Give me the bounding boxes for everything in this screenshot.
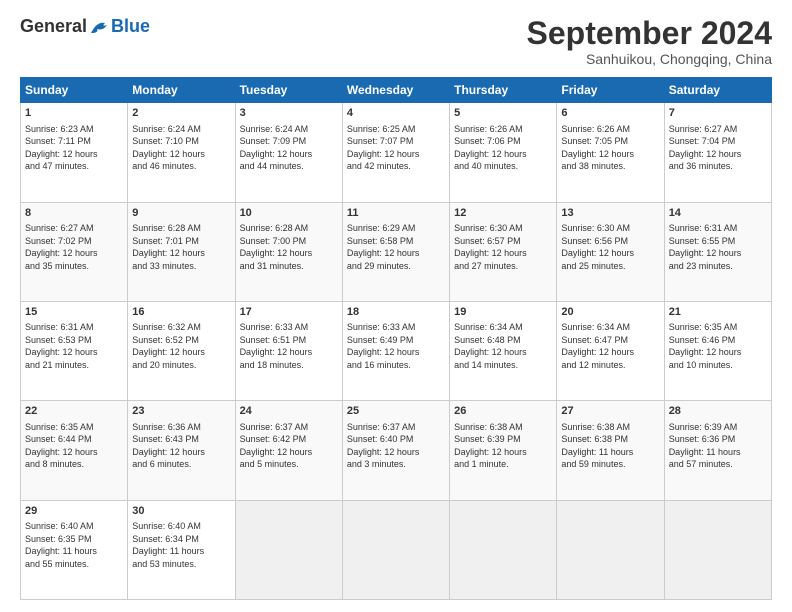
calendar-cell: 20Sunrise: 6:34 AMSunset: 6:47 PMDayligh… bbox=[557, 301, 664, 400]
day-number: 27 bbox=[561, 404, 659, 419]
calendar-cell: 30Sunrise: 6:40 AMSunset: 6:34 PMDayligh… bbox=[128, 500, 235, 599]
day-number: 13 bbox=[561, 206, 659, 221]
day-number: 17 bbox=[240, 305, 338, 320]
day-number: 14 bbox=[669, 206, 767, 221]
calendar-cell: 23Sunrise: 6:36 AMSunset: 6:43 PMDayligh… bbox=[128, 401, 235, 500]
calendar-cell bbox=[342, 500, 449, 599]
calendar-cell: 13Sunrise: 6:30 AMSunset: 6:56 PMDayligh… bbox=[557, 202, 664, 301]
day-number: 22 bbox=[25, 404, 123, 419]
calendar-cell bbox=[450, 500, 557, 599]
day-number: 8 bbox=[25, 206, 123, 221]
calendar-cell bbox=[557, 500, 664, 599]
calendar-cell: 7Sunrise: 6:27 AMSunset: 7:04 PMDaylight… bbox=[664, 103, 771, 202]
calendar-cell: 11Sunrise: 6:29 AMSunset: 6:58 PMDayligh… bbox=[342, 202, 449, 301]
calendar-cell: 27Sunrise: 6:38 AMSunset: 6:38 PMDayligh… bbox=[557, 401, 664, 500]
day-number: 3 bbox=[240, 106, 338, 121]
calendar-cell: 2Sunrise: 6:24 AMSunset: 7:10 PMDaylight… bbox=[128, 103, 235, 202]
day-number: 26 bbox=[454, 404, 552, 419]
day-number: 18 bbox=[347, 305, 445, 320]
calendar-cell: 4Sunrise: 6:25 AMSunset: 7:07 PMDaylight… bbox=[342, 103, 449, 202]
calendar-cell: 24Sunrise: 6:37 AMSunset: 6:42 PMDayligh… bbox=[235, 401, 342, 500]
calendar-table: SundayMondayTuesdayWednesdayThursdayFrid… bbox=[20, 77, 772, 600]
calendar-cell: 12Sunrise: 6:30 AMSunset: 6:57 PMDayligh… bbox=[450, 202, 557, 301]
calendar-cell: 21Sunrise: 6:35 AMSunset: 6:46 PMDayligh… bbox=[664, 301, 771, 400]
calendar-cell: 6Sunrise: 6:26 AMSunset: 7:05 PMDaylight… bbox=[557, 103, 664, 202]
calendar-cell: 18Sunrise: 6:33 AMSunset: 6:49 PMDayligh… bbox=[342, 301, 449, 400]
calendar-week-1: 1Sunrise: 6:23 AMSunset: 7:11 PMDaylight… bbox=[21, 103, 772, 202]
day-number: 2 bbox=[132, 106, 230, 121]
day-number: 16 bbox=[132, 305, 230, 320]
day-number: 9 bbox=[132, 206, 230, 221]
day-number: 29 bbox=[25, 504, 123, 519]
weekday-header-row: SundayMondayTuesdayWednesdayThursdayFrid… bbox=[21, 78, 772, 103]
calendar-cell: 3Sunrise: 6:24 AMSunset: 7:09 PMDaylight… bbox=[235, 103, 342, 202]
calendar-cell: 28Sunrise: 6:39 AMSunset: 6:36 PMDayligh… bbox=[664, 401, 771, 500]
calendar-cell: 25Sunrise: 6:37 AMSunset: 6:40 PMDayligh… bbox=[342, 401, 449, 500]
logo: General Blue bbox=[20, 16, 150, 37]
day-number: 15 bbox=[25, 305, 123, 320]
day-number: 10 bbox=[240, 206, 338, 221]
weekday-header-sunday: Sunday bbox=[21, 78, 128, 103]
day-number: 20 bbox=[561, 305, 659, 320]
weekday-header-monday: Monday bbox=[128, 78, 235, 103]
day-number: 11 bbox=[347, 206, 445, 221]
calendar-page: General Blue September 2024 Sanhuikou, C… bbox=[0, 0, 792, 612]
header: General Blue September 2024 Sanhuikou, C… bbox=[20, 16, 772, 67]
title-block: September 2024 Sanhuikou, Chongqing, Chi… bbox=[527, 16, 772, 67]
day-number: 21 bbox=[669, 305, 767, 320]
day-number: 30 bbox=[132, 504, 230, 519]
calendar-week-4: 22Sunrise: 6:35 AMSunset: 6:44 PMDayligh… bbox=[21, 401, 772, 500]
day-number: 1 bbox=[25, 106, 123, 121]
weekday-header-tuesday: Tuesday bbox=[235, 78, 342, 103]
day-number: 23 bbox=[132, 404, 230, 419]
day-number: 5 bbox=[454, 106, 552, 121]
weekday-header-saturday: Saturday bbox=[664, 78, 771, 103]
calendar-cell bbox=[664, 500, 771, 599]
day-number: 12 bbox=[454, 206, 552, 221]
day-number: 19 bbox=[454, 305, 552, 320]
calendar-cell: 15Sunrise: 6:31 AMSunset: 6:53 PMDayligh… bbox=[21, 301, 128, 400]
calendar-cell: 9Sunrise: 6:28 AMSunset: 7:01 PMDaylight… bbox=[128, 202, 235, 301]
calendar-cell: 17Sunrise: 6:33 AMSunset: 6:51 PMDayligh… bbox=[235, 301, 342, 400]
calendar-cell: 26Sunrise: 6:38 AMSunset: 6:39 PMDayligh… bbox=[450, 401, 557, 500]
day-number: 6 bbox=[561, 106, 659, 121]
calendar-cell: 14Sunrise: 6:31 AMSunset: 6:55 PMDayligh… bbox=[664, 202, 771, 301]
calendar-week-5: 29Sunrise: 6:40 AMSunset: 6:35 PMDayligh… bbox=[21, 500, 772, 599]
month-title: September 2024 bbox=[527, 16, 772, 51]
calendar-week-3: 15Sunrise: 6:31 AMSunset: 6:53 PMDayligh… bbox=[21, 301, 772, 400]
calendar-cell: 8Sunrise: 6:27 AMSunset: 7:02 PMDaylight… bbox=[21, 202, 128, 301]
weekday-header-friday: Friday bbox=[557, 78, 664, 103]
logo-bird-icon bbox=[89, 19, 111, 35]
calendar-week-2: 8Sunrise: 6:27 AMSunset: 7:02 PMDaylight… bbox=[21, 202, 772, 301]
calendar-cell: 16Sunrise: 6:32 AMSunset: 6:52 PMDayligh… bbox=[128, 301, 235, 400]
day-number: 24 bbox=[240, 404, 338, 419]
logo-general-text: General bbox=[20, 16, 87, 37]
calendar-cell: 10Sunrise: 6:28 AMSunset: 7:00 PMDayligh… bbox=[235, 202, 342, 301]
calendar-cell bbox=[235, 500, 342, 599]
weekday-header-thursday: Thursday bbox=[450, 78, 557, 103]
calendar-cell: 29Sunrise: 6:40 AMSunset: 6:35 PMDayligh… bbox=[21, 500, 128, 599]
day-number: 25 bbox=[347, 404, 445, 419]
calendar-cell: 19Sunrise: 6:34 AMSunset: 6:48 PMDayligh… bbox=[450, 301, 557, 400]
calendar-cell: 1Sunrise: 6:23 AMSunset: 7:11 PMDaylight… bbox=[21, 103, 128, 202]
location-text: Sanhuikou, Chongqing, China bbox=[527, 51, 772, 67]
day-number: 7 bbox=[669, 106, 767, 121]
day-number: 4 bbox=[347, 106, 445, 121]
calendar-cell: 22Sunrise: 6:35 AMSunset: 6:44 PMDayligh… bbox=[21, 401, 128, 500]
calendar-cell: 5Sunrise: 6:26 AMSunset: 7:06 PMDaylight… bbox=[450, 103, 557, 202]
day-number: 28 bbox=[669, 404, 767, 419]
weekday-header-wednesday: Wednesday bbox=[342, 78, 449, 103]
logo-blue-text: Blue bbox=[111, 16, 150, 37]
